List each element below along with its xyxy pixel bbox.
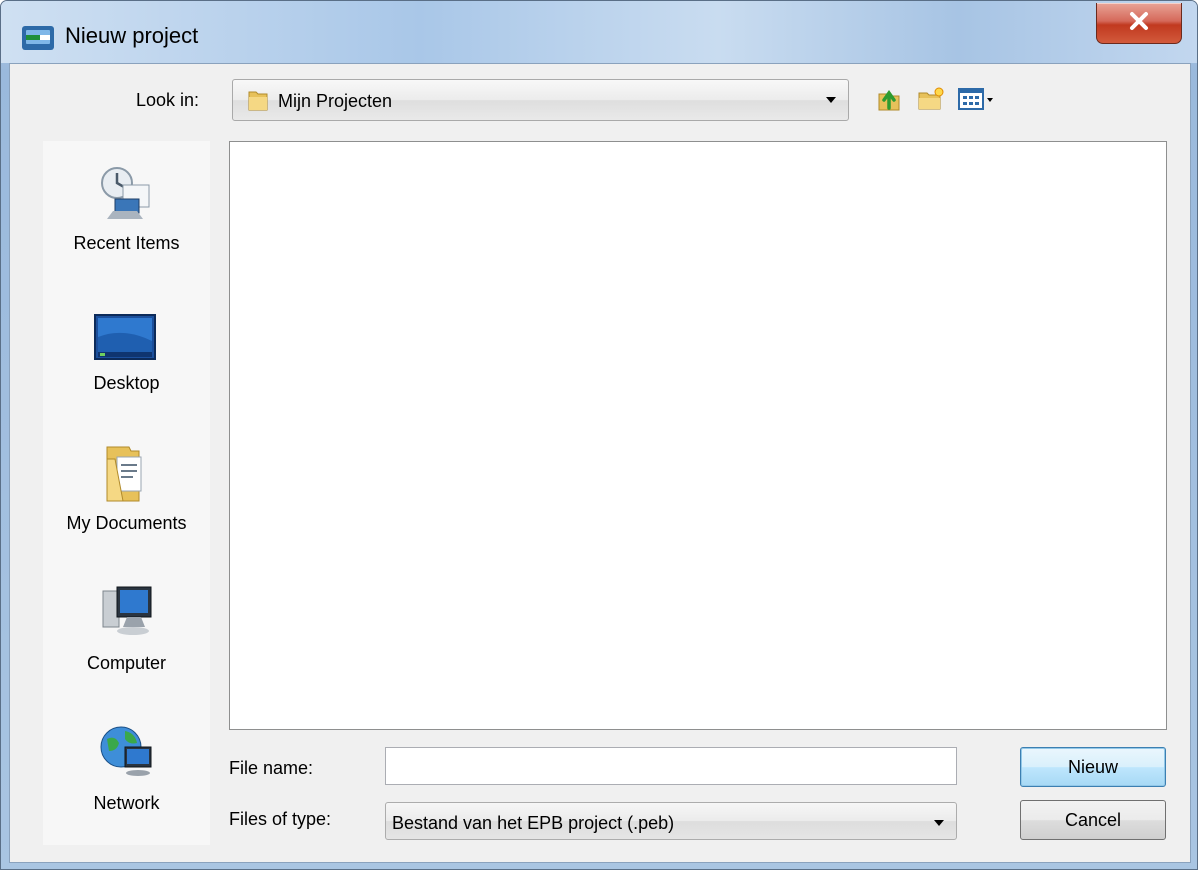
place-network[interactable]: Network [43,721,210,849]
my-documents-icon [106,446,142,502]
files-of-type-combobox[interactable]: Bestand van het EPB project (.peb) [385,802,957,840]
file-list-pane[interactable] [229,141,1167,730]
place-recent-items[interactable]: Recent Items [43,161,210,289]
files-of-type-value: Bestand van het EPB project (.peb) [392,813,675,833]
file-name-input[interactable] [385,747,957,785]
file-name-label: File name: [229,758,314,778]
app-icon [22,26,54,50]
window-title: Nieuw project [65,23,199,48]
place-label: Network [93,793,160,813]
chevron-down-icon [826,97,836,103]
look-in-label: Look in: [136,90,200,110]
place-label: My Documents [66,513,187,533]
view-menu-icon[interactable] [956,84,1000,114]
computer-icon [102,586,152,635]
place-computer[interactable]: Computer [43,581,210,709]
dialog-body: Look in: Mijn Projecten Recent Items Des… [9,63,1191,863]
cancel-button[interactable]: Cancel [1020,800,1166,840]
dialog-window: Nieuw project Look in: Mijn Projecten Re… [0,0,1198,870]
close-icon [1130,12,1148,30]
new-folder-icon[interactable] [916,84,946,114]
chevron-down-icon [934,820,944,826]
title-bar[interactable]: Nieuw project [1,1,1197,63]
look-in-combobox[interactable]: Mijn Projecten [232,79,849,121]
close-button[interactable] [1096,3,1182,44]
place-label: Recent Items [73,233,180,253]
desktop-icon [94,314,156,360]
place-label: Computer [86,653,167,673]
network-icon [100,726,152,776]
up-folder-icon[interactable] [875,84,905,114]
files-of-type-label: Files of type: [229,809,332,829]
place-my-documents[interactable]: My Documents [43,441,210,569]
places-bar: Recent Items Desktop My Documents Comput… [43,141,210,845]
place-label: Desktop [93,373,160,393]
folder-icon [248,91,268,111]
place-desktop[interactable]: Desktop [43,301,210,429]
recent-items-icon [101,167,150,219]
nieuw-button[interactable]: Nieuw [1020,747,1166,787]
look-in-value: Mijn Projecten [278,91,393,111]
